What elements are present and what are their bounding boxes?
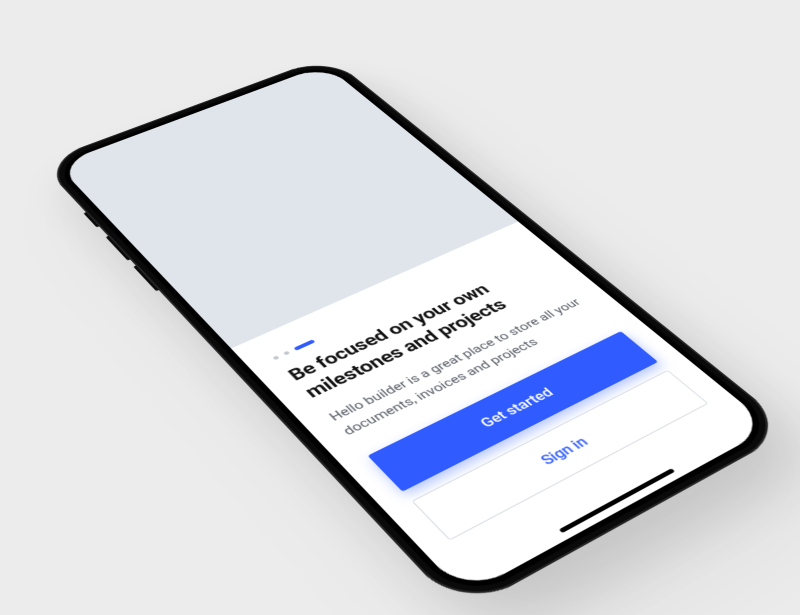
screen-bezel: Be focused on your own milestones and pr… (49, 61, 780, 603)
page-indicator-dot[interactable] (283, 351, 290, 356)
screen: Be focused on your own milestones and pr… (57, 65, 772, 596)
device-frame: Be focused on your own milestones and pr… (40, 56, 794, 614)
page-indicator-dot[interactable] (272, 355, 279, 360)
phone-mockup-scene: Be focused on your own milestones and pr… (40, 56, 794, 614)
page-indicator-dot-active[interactable] (294, 339, 316, 350)
